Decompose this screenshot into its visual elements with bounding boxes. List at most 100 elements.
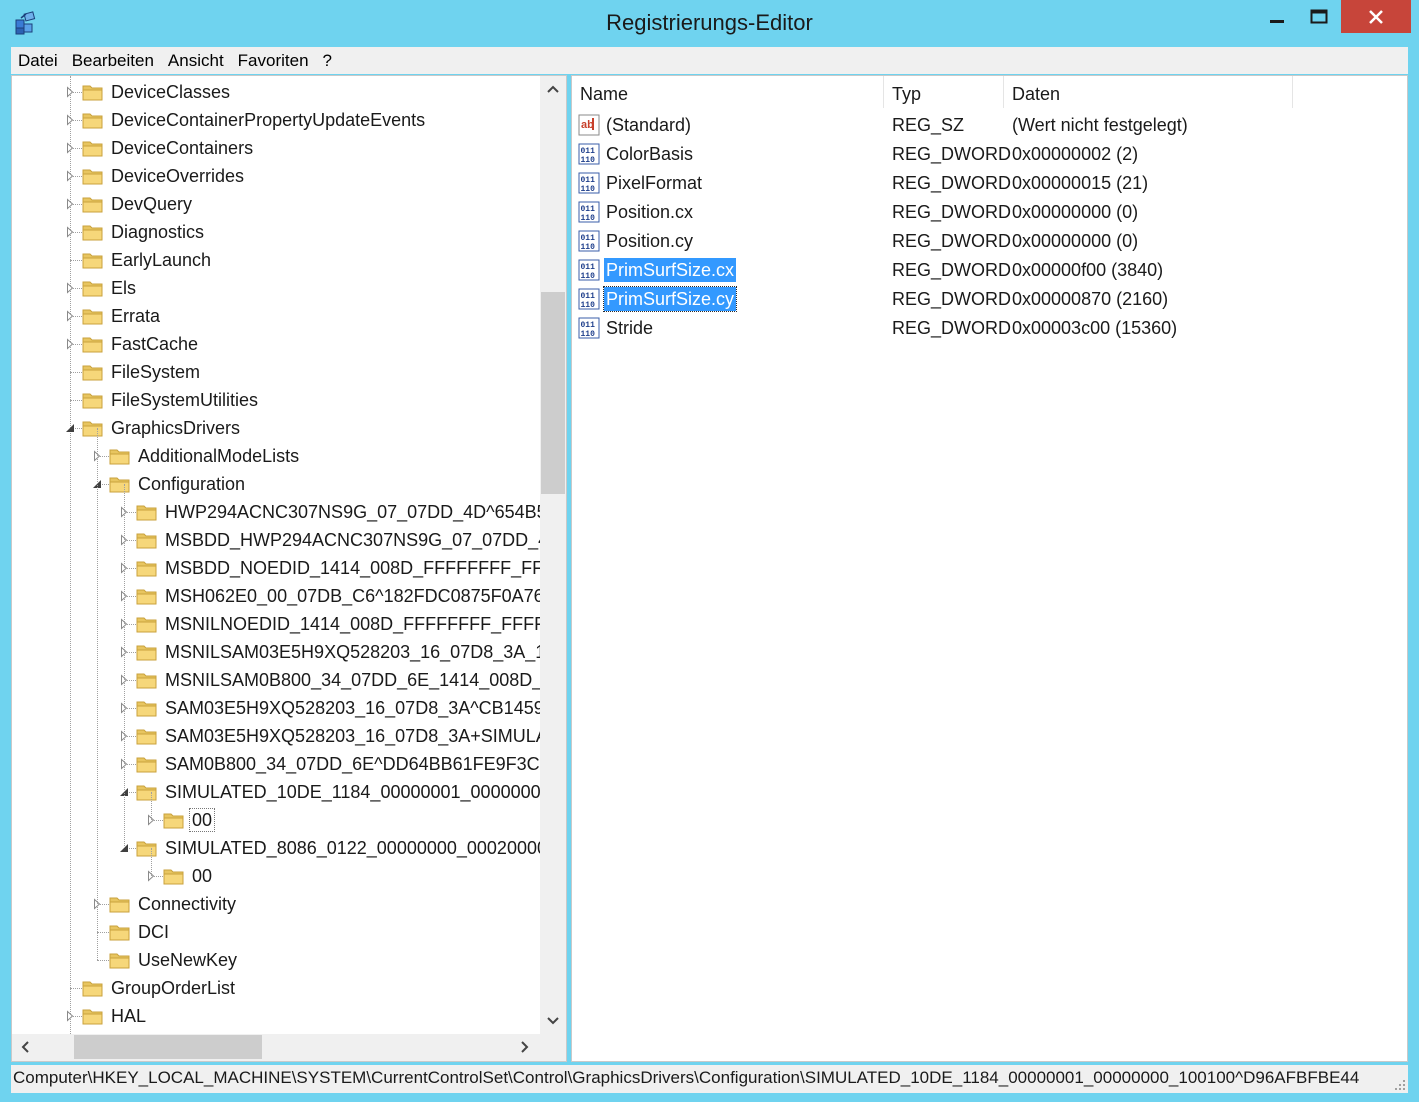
expand-arrow-icon[interactable] <box>65 142 75 154</box>
column-header-data[interactable]: Daten <box>1004 76 1293 108</box>
tree-horizontal-scrollbar[interactable] <box>12 1034 540 1061</box>
tree-item[interactable]: FileSystemUtilities <box>12 386 540 414</box>
value-row[interactable]: ab (Standard) REG_SZ (Wert nicht festgelegt… <box>572 110 1407 139</box>
minimize-button[interactable] <box>1261 0 1293 33</box>
tree-item[interactable]: HWP294ACNC307NS9G_07_07DD_4D^654B5294 <box>12 498 540 526</box>
tree-item[interactable]: SAM03E5H9XQ528203_16_07D8_3A^CB145910 <box>12 694 540 722</box>
tree-horizontal-scroll-thumb[interactable] <box>74 1035 262 1059</box>
value-row[interactable]: 011 110 PrimSurfSize.cy REG_DWORD 0x00000870… <box>572 284 1407 313</box>
tree-item[interactable]: DeviceOverrides <box>12 162 540 190</box>
folder-icon <box>109 893 131 915</box>
value-row[interactable]: 011 110 ColorBasis REG_DWORD 0x00000002 (2) <box>572 139 1407 168</box>
tree-item[interactable]: DCI <box>12 918 540 946</box>
tree-item[interactable]: 00 <box>12 806 540 834</box>
tree-vertical-scroll-thumb[interactable] <box>541 292 565 494</box>
tree-item[interactable]: GraphicsDrivers <box>12 414 540 442</box>
value-name: PixelFormat <box>606 173 703 193</box>
expand-arrow-icon[interactable] <box>65 338 75 350</box>
tree-item-label: Errata <box>111 306 161 326</box>
column-header-name[interactable]: Name <box>572 76 884 108</box>
tree-item[interactable]: MSNILSAM03E5H9XQ528203_16_07D8_3A_1414 <box>12 638 540 666</box>
value-row[interactable]: 011 110 PixelFormat REG_DWORD 0x00000015 (21… <box>572 168 1407 197</box>
tree-item[interactable]: FastCache <box>12 330 540 358</box>
value-data: 0x00000870 (2160) <box>1012 289 1169 309</box>
tree-vertical-scrollbar[interactable] <box>540 76 566 1034</box>
menu-bearbeiten[interactable]: Bearbeiten <box>65 47 161 74</box>
scroll-up-button[interactable] <box>540 76 566 102</box>
tree-item[interactable]: AdditionalModeLists <box>12 442 540 470</box>
value-list-pane[interactable]: Name Typ Daten ab (Standard) REG_SZ (Wert n… <box>571 75 1408 1062</box>
tree-item[interactable]: Els <box>12 274 540 302</box>
expand-arrow-icon[interactable] <box>65 170 75 182</box>
menu-favoriten[interactable]: Favoriten <box>231 47 316 74</box>
expand-arrow-icon[interactable] <box>65 1010 75 1022</box>
title-bar[interactable]: Registrierungs-Editor <box>0 0 1419 46</box>
tree-item[interactable]: MSH062E0_00_07DB_C6^182FDC0875F0A768C <box>12 582 540 610</box>
folder-icon <box>82 193 104 215</box>
resize-grip-icon[interactable] <box>1392 1077 1406 1091</box>
svg-text:110: 110 <box>581 243 596 252</box>
value-data: 0x00000002 (2) <box>1012 144 1139 164</box>
column-header-type[interactable]: Typ <box>884 76 1004 108</box>
svg-text:011: 011 <box>581 147 596 156</box>
menu-help[interactable]: ? <box>316 47 339 74</box>
folder-icon <box>82 389 104 411</box>
value-row[interactable]: 011 110 Position.cy REG_DWORD 0x00000000 (0) <box>572 226 1407 255</box>
value-row[interactable]: 011 110 Stride REG_DWORD 0x00003c00 (15360) <box>572 313 1407 342</box>
tree-item[interactable]: MSNILSAM0B800_34_07DD_6E_1414_008D_FFFF <box>12 666 540 694</box>
value-row[interactable]: 011 110 PrimSurfSize.cx REG_DWORD 0x00000f00… <box>572 255 1407 284</box>
tree-item-label: 00 <box>192 866 213 886</box>
tree-item[interactable]: UseNewKey <box>12 946 540 974</box>
expand-arrow-icon[interactable] <box>65 114 75 126</box>
tree-guide-line <box>97 428 98 960</box>
tree-item[interactable]: GroupOrderList <box>12 974 540 1002</box>
tree-item[interactable]: Errata <box>12 302 540 330</box>
expand-arrow-icon[interactable] <box>65 198 75 210</box>
tree-item-label: MSBDD_NOEDID_1414_008D_FFFFFFFF_FFFFFFFF <box>165 558 540 578</box>
folder-icon <box>82 109 104 131</box>
expand-arrow-icon[interactable] <box>65 310 75 322</box>
folder-icon <box>136 837 158 859</box>
tree-item[interactable]: MSBDD_HWP294ACNC307NS9G_07_07DD_4D_ <box>12 526 540 554</box>
tree-item[interactable]: MSBDD_NOEDID_1414_008D_FFFFFFFF_FFFFFFFF <box>12 554 540 582</box>
tree-item[interactable]: HAL <box>12 1002 540 1030</box>
expand-arrow-icon[interactable] <box>65 282 75 294</box>
close-button[interactable] <box>1341 0 1411 33</box>
menu-datei[interactable]: Datei <box>11 47 65 74</box>
tree-item[interactable]: DeviceClasses <box>12 78 540 106</box>
tree-item[interactable]: SIMULATED_8086_0122_00000000_00020000_1 <box>12 834 540 862</box>
tree-item[interactable]: 00 <box>12 862 540 890</box>
value-type: REG_DWORD <box>892 231 1012 251</box>
tree-item[interactable]: FileSystem <box>12 358 540 386</box>
tree-item[interactable]: DeviceContainerPropertyUpdateEvents <box>12 106 540 134</box>
scroll-down-button[interactable] <box>540 1008 566 1034</box>
tree-item[interactable]: SAM0B800_34_07DD_6E^DD64BB61FE9F3C951 <box>12 750 540 778</box>
folder-icon <box>82 1005 104 1027</box>
tree-item[interactable]: MSNILNOEDID_1414_008D_FFFFFFFF_FFFFFFFF <box>12 610 540 638</box>
scrollbar-corner <box>540 1034 566 1061</box>
tree-item[interactable]: SAM03E5H9XQ528203_16_07D8_3A+SIMULATED <box>12 722 540 750</box>
tree-item[interactable]: DeviceContainers <box>12 134 540 162</box>
tree-item[interactable]: EarlyLaunch <box>12 246 540 274</box>
value-type: REG_DWORD <box>892 289 1012 309</box>
tree-item[interactable]: Diagnostics <box>12 218 540 246</box>
tree-item-label: DeviceContainerPropertyUpdateEvents <box>111 110 426 130</box>
maximize-button[interactable] <box>1301 0 1337 33</box>
menu-ansicht[interactable]: Ansicht <box>161 47 231 74</box>
tree-item[interactable]: Configuration <box>12 470 540 498</box>
value-row[interactable]: 011 110 Position.cx REG_DWORD 0x00000000 (0) <box>572 197 1407 226</box>
close-icon <box>1369 9 1383 24</box>
tree-item[interactable]: DevQuery <box>12 190 540 218</box>
expand-arrow-icon[interactable] <box>65 86 75 98</box>
folder-icon <box>136 613 158 635</box>
scroll-right-button[interactable] <box>512 1034 538 1060</box>
expand-arrow-icon[interactable] <box>65 226 75 238</box>
tree-item[interactable]: Connectivity <box>12 890 540 918</box>
tree-item[interactable]: SIMULATED_10DE_1184_00000001_00000000_1 <box>12 778 540 806</box>
key-tree-pane[interactable]: DeviceClasses DeviceContainerPropertyUpda… <box>11 75 567 1062</box>
collapse-arrow-icon[interactable] <box>65 422 75 434</box>
tree-item-label: HAL <box>111 1006 147 1026</box>
svg-text:011: 011 <box>581 263 596 272</box>
folder-icon <box>82 977 104 999</box>
scroll-left-button[interactable] <box>12 1034 38 1060</box>
